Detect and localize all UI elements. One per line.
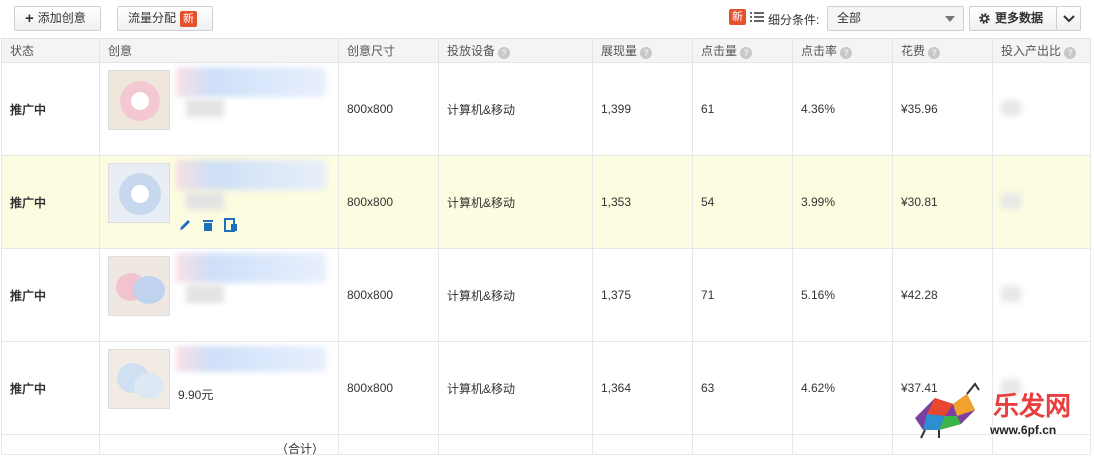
creative-price: 9.90元 (178, 388, 214, 402)
header-roi[interactable]: 投入产出比? (992, 38, 1091, 63)
header-cost[interactable]: 花费? (892, 38, 993, 63)
roi-cell (992, 248, 1091, 342)
roi-cell (992, 62, 1091, 156)
gear-icon (979, 13, 990, 24)
creative-thumbnail[interactable] (108, 349, 170, 409)
creative-cell (99, 155, 339, 249)
size-cell: 800x800 (338, 341, 439, 435)
clicks-cell: 54 (692, 155, 793, 249)
new-badge: 新 (180, 10, 198, 27)
plus-icon: + (25, 10, 34, 27)
impressions-cell: 1,364 (592, 341, 693, 435)
help-icon[interactable]: ? (740, 47, 753, 59)
creative-subtitle-blurred (186, 99, 224, 117)
more-data-label: 更多数据 (995, 11, 1044, 25)
size-cell: 800x800 (338, 155, 439, 249)
clicks-cell: 71 (692, 248, 793, 342)
impressions-cell: 1,353 (592, 155, 693, 249)
add-creative-label: 添加创意 (37, 11, 86, 25)
status-cell: 推广中 (1, 341, 100, 435)
table-row[interactable]: 推广中 800x800 计算机&移动 1,353 54 3.99% ¥30.81 (1, 155, 1091, 249)
list-icon (750, 12, 764, 22)
device-cell: 计算机&移动 (438, 341, 593, 435)
device-cell: 计算机&移动 (438, 62, 593, 156)
table-header: 状态 创意 创意尺寸 投放设备? 展现量? 点击量? 点击率? 花费? 投入产出… (1, 38, 1091, 63)
device-cell: 计算机&移动 (438, 248, 593, 342)
status-cell: 推广中 (1, 62, 100, 156)
roi-cell (992, 155, 1091, 249)
filter-label: 细分条件: (768, 13, 820, 27)
header-clicks[interactable]: 点击量? (692, 38, 793, 63)
help-icon[interactable]: ? (840, 47, 853, 59)
edit-icon[interactable] (178, 218, 192, 232)
creative-cell (99, 248, 339, 342)
ctr-cell: 4.62% (792, 341, 893, 435)
ctr-cell: 5.16% (792, 248, 893, 342)
ctr-cell: 4.36% (792, 62, 893, 156)
clicks-cell: 61 (692, 62, 793, 156)
header-ctr[interactable]: 点击率? (792, 38, 893, 63)
size-cell: 800x800 (338, 62, 439, 156)
table-row[interactable]: 推广中 800x800 计算机&移动 1,375 71 5.16% ¥42.28 (1, 248, 1091, 342)
help-icon[interactable]: ? (1064, 47, 1077, 59)
roi-blurred (1001, 192, 1021, 209)
header-size[interactable]: 创意尺寸 (338, 38, 439, 63)
roi-blurred (1001, 285, 1021, 302)
status-cell: 推广中 (1, 248, 100, 342)
row-actions (178, 218, 238, 232)
delete-icon[interactable] (201, 218, 215, 232)
caret-down-icon (945, 16, 955, 22)
size-cell: 800x800 (338, 248, 439, 342)
add-creative-button[interactable]: + 添加创意 (14, 6, 101, 31)
more-data-button[interactable]: 更多数据 (969, 6, 1057, 31)
toolbar: + 添加创意 流量分配 新 新 细分条件: 全部 更多数据 (0, 0, 1094, 38)
header-status[interactable]: 状态 (1, 38, 100, 63)
creative-title-blurred (176, 67, 326, 97)
header-creative[interactable]: 创意 (99, 38, 339, 63)
cost-cell: ¥42.28 (892, 248, 993, 342)
creative-title-blurred (176, 253, 326, 283)
watermark-brand: 乐发网 (993, 392, 1072, 422)
filter-select[interactable]: 全部 (827, 6, 964, 31)
cost-cell: ¥30.81 (892, 155, 993, 249)
traffic-allocation-button[interactable]: 流量分配 新 (117, 6, 213, 31)
table-row[interactable]: 推广中 800x800 计算机&移动 1,399 61 4.36% ¥35.96 (1, 62, 1091, 156)
more-data-dropdown-button[interactable] (1056, 6, 1081, 31)
watermark-url: www.6pf.cn (990, 423, 1057, 437)
help-icon[interactable]: ? (498, 47, 511, 59)
impressions-cell: 1,399 (592, 62, 693, 156)
chevron-down-icon (1062, 14, 1075, 22)
creative-subtitle-blurred (186, 285, 224, 303)
filter-new-badge: 新 (729, 9, 746, 25)
clicks-cell: 63 (692, 341, 793, 435)
creative-thumbnail[interactable] (108, 163, 170, 223)
roi-blurred (1001, 99, 1021, 116)
creative-thumbnail[interactable] (108, 70, 170, 130)
device-cell: 计算机&移动 (438, 155, 593, 249)
help-icon[interactable]: ? (640, 47, 653, 59)
traffic-allocation-label: 流量分配 (128, 11, 177, 25)
impressions-cell: 1,375 (592, 248, 693, 342)
ctr-cell: 3.99% (792, 155, 893, 249)
creative-cell: 9.90元 (99, 341, 339, 435)
filter-select-value: 全部 (837, 11, 862, 25)
cost-cell: ¥35.96 (892, 62, 993, 156)
creative-title-blurred (176, 346, 326, 372)
report-icon[interactable] (224, 218, 238, 232)
creative-subtitle-blurred (186, 192, 224, 210)
creative-thumbnail[interactable] (108, 256, 170, 316)
status-cell: 推广中 (1, 155, 100, 249)
header-impressions[interactable]: 展现量? (592, 38, 693, 63)
help-icon[interactable]: ? (928, 47, 941, 59)
creative-title-blurred (176, 160, 326, 190)
creative-cell (99, 62, 339, 156)
header-device[interactable]: 投放设备? (438, 38, 593, 63)
